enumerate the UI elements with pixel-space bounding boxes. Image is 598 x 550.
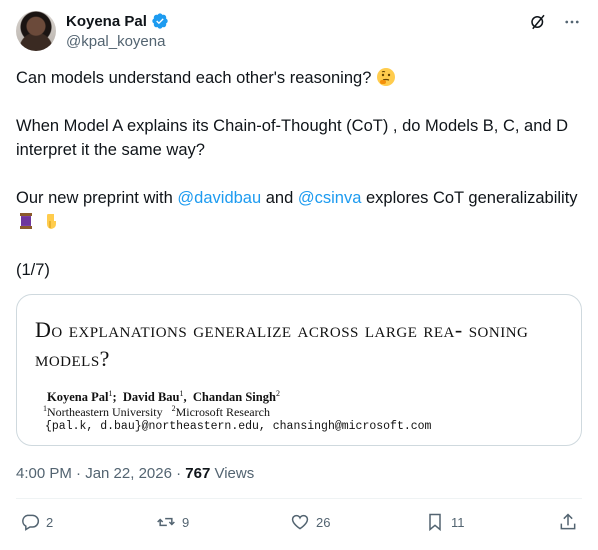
paper-authors: Koyena Pal1; David Bau1, Chandan Singh2 bbox=[47, 389, 280, 405]
tweet-meta: 4:00 PM · Jan 22, 2026 · 767 Views bbox=[16, 465, 254, 482]
tweet-line-3-post: explores CoT generalizability bbox=[366, 189, 578, 207]
bookmark-icon bbox=[429, 513, 441, 532]
tweet-text: Can models understand each other's reaso… bbox=[16, 66, 586, 282]
mention-csinva[interactable]: @csinva bbox=[298, 189, 362, 207]
paper-affiliations: 1Northeastern University 2Microsoft Rese… bbox=[43, 404, 270, 419]
thinking-face-icon bbox=[376, 68, 395, 86]
tweet-line-1: Can models understand each other's reaso… bbox=[16, 69, 372, 87]
grok-icon[interactable] bbox=[528, 12, 548, 32]
reply-button[interactable]: 2 bbox=[20, 512, 53, 532]
more-options-icon[interactable] bbox=[562, 12, 582, 32]
reply-icon bbox=[22, 514, 40, 531]
like-button[interactable]: 26 bbox=[290, 512, 330, 532]
heart-icon bbox=[291, 514, 309, 530]
tweet-line-2: When Model A explains its Chain-of-Thoug… bbox=[16, 117, 569, 159]
reply-count: 2 bbox=[46, 514, 54, 530]
bookmark-button[interactable]: 11 bbox=[425, 512, 465, 532]
tweet-line-3-pre: Our new preprint with bbox=[16, 189, 173, 207]
paper-author-2: David Bau bbox=[122, 390, 180, 405]
top-actions bbox=[528, 12, 582, 32]
tweet-line-3-mid: and bbox=[265, 189, 294, 207]
display-name[interactable]: Koyena Pal bbox=[66, 13, 147, 30]
paper-image-card[interactable]: Do explanations generalize across large … bbox=[16, 294, 582, 446]
share-icon bbox=[560, 513, 576, 530]
repost-count: 9 bbox=[182, 514, 190, 530]
thread-spool-icon bbox=[20, 213, 32, 229]
paper-author-1: Koyena Pal bbox=[47, 390, 109, 405]
views-label: Views bbox=[214, 465, 255, 482]
mention-davidbau[interactable]: @davidbau bbox=[177, 189, 261, 207]
paper-affil-2: Microsoft Research bbox=[175, 405, 270, 419]
views-count: 767 bbox=[185, 465, 211, 482]
author-name-row: Koyena Pal bbox=[66, 12, 169, 30]
bookmark-count: 11 bbox=[451, 514, 465, 530]
repost-icon bbox=[157, 517, 175, 527]
paper-author-3: Chandan Singh bbox=[192, 390, 276, 405]
action-bar: 2 9 26 11 bbox=[0, 512, 598, 540]
handle[interactable]: @kpal_koyena bbox=[66, 33, 165, 50]
paper-title: Do explanations generalize across large … bbox=[35, 317, 529, 371]
avatar[interactable] bbox=[16, 11, 56, 51]
divider bbox=[16, 498, 582, 499]
repost-button[interactable]: 9 bbox=[156, 512, 189, 532]
tweet-line-4: (1/7) bbox=[16, 261, 50, 279]
tweet-timestamp[interactable]: 4:00 PM · Jan 22, 2026 · bbox=[16, 465, 181, 482]
pointing-down-icon bbox=[46, 214, 56, 229]
share-button[interactable] bbox=[558, 512, 578, 532]
verified-badge-icon bbox=[152, 13, 168, 29]
paper-affil-1: Northeastern University bbox=[47, 405, 163, 419]
like-count: 26 bbox=[316, 514, 331, 530]
paper-emails: {pal.k, d.bau}@northeastern.edu, chansin… bbox=[45, 420, 432, 433]
